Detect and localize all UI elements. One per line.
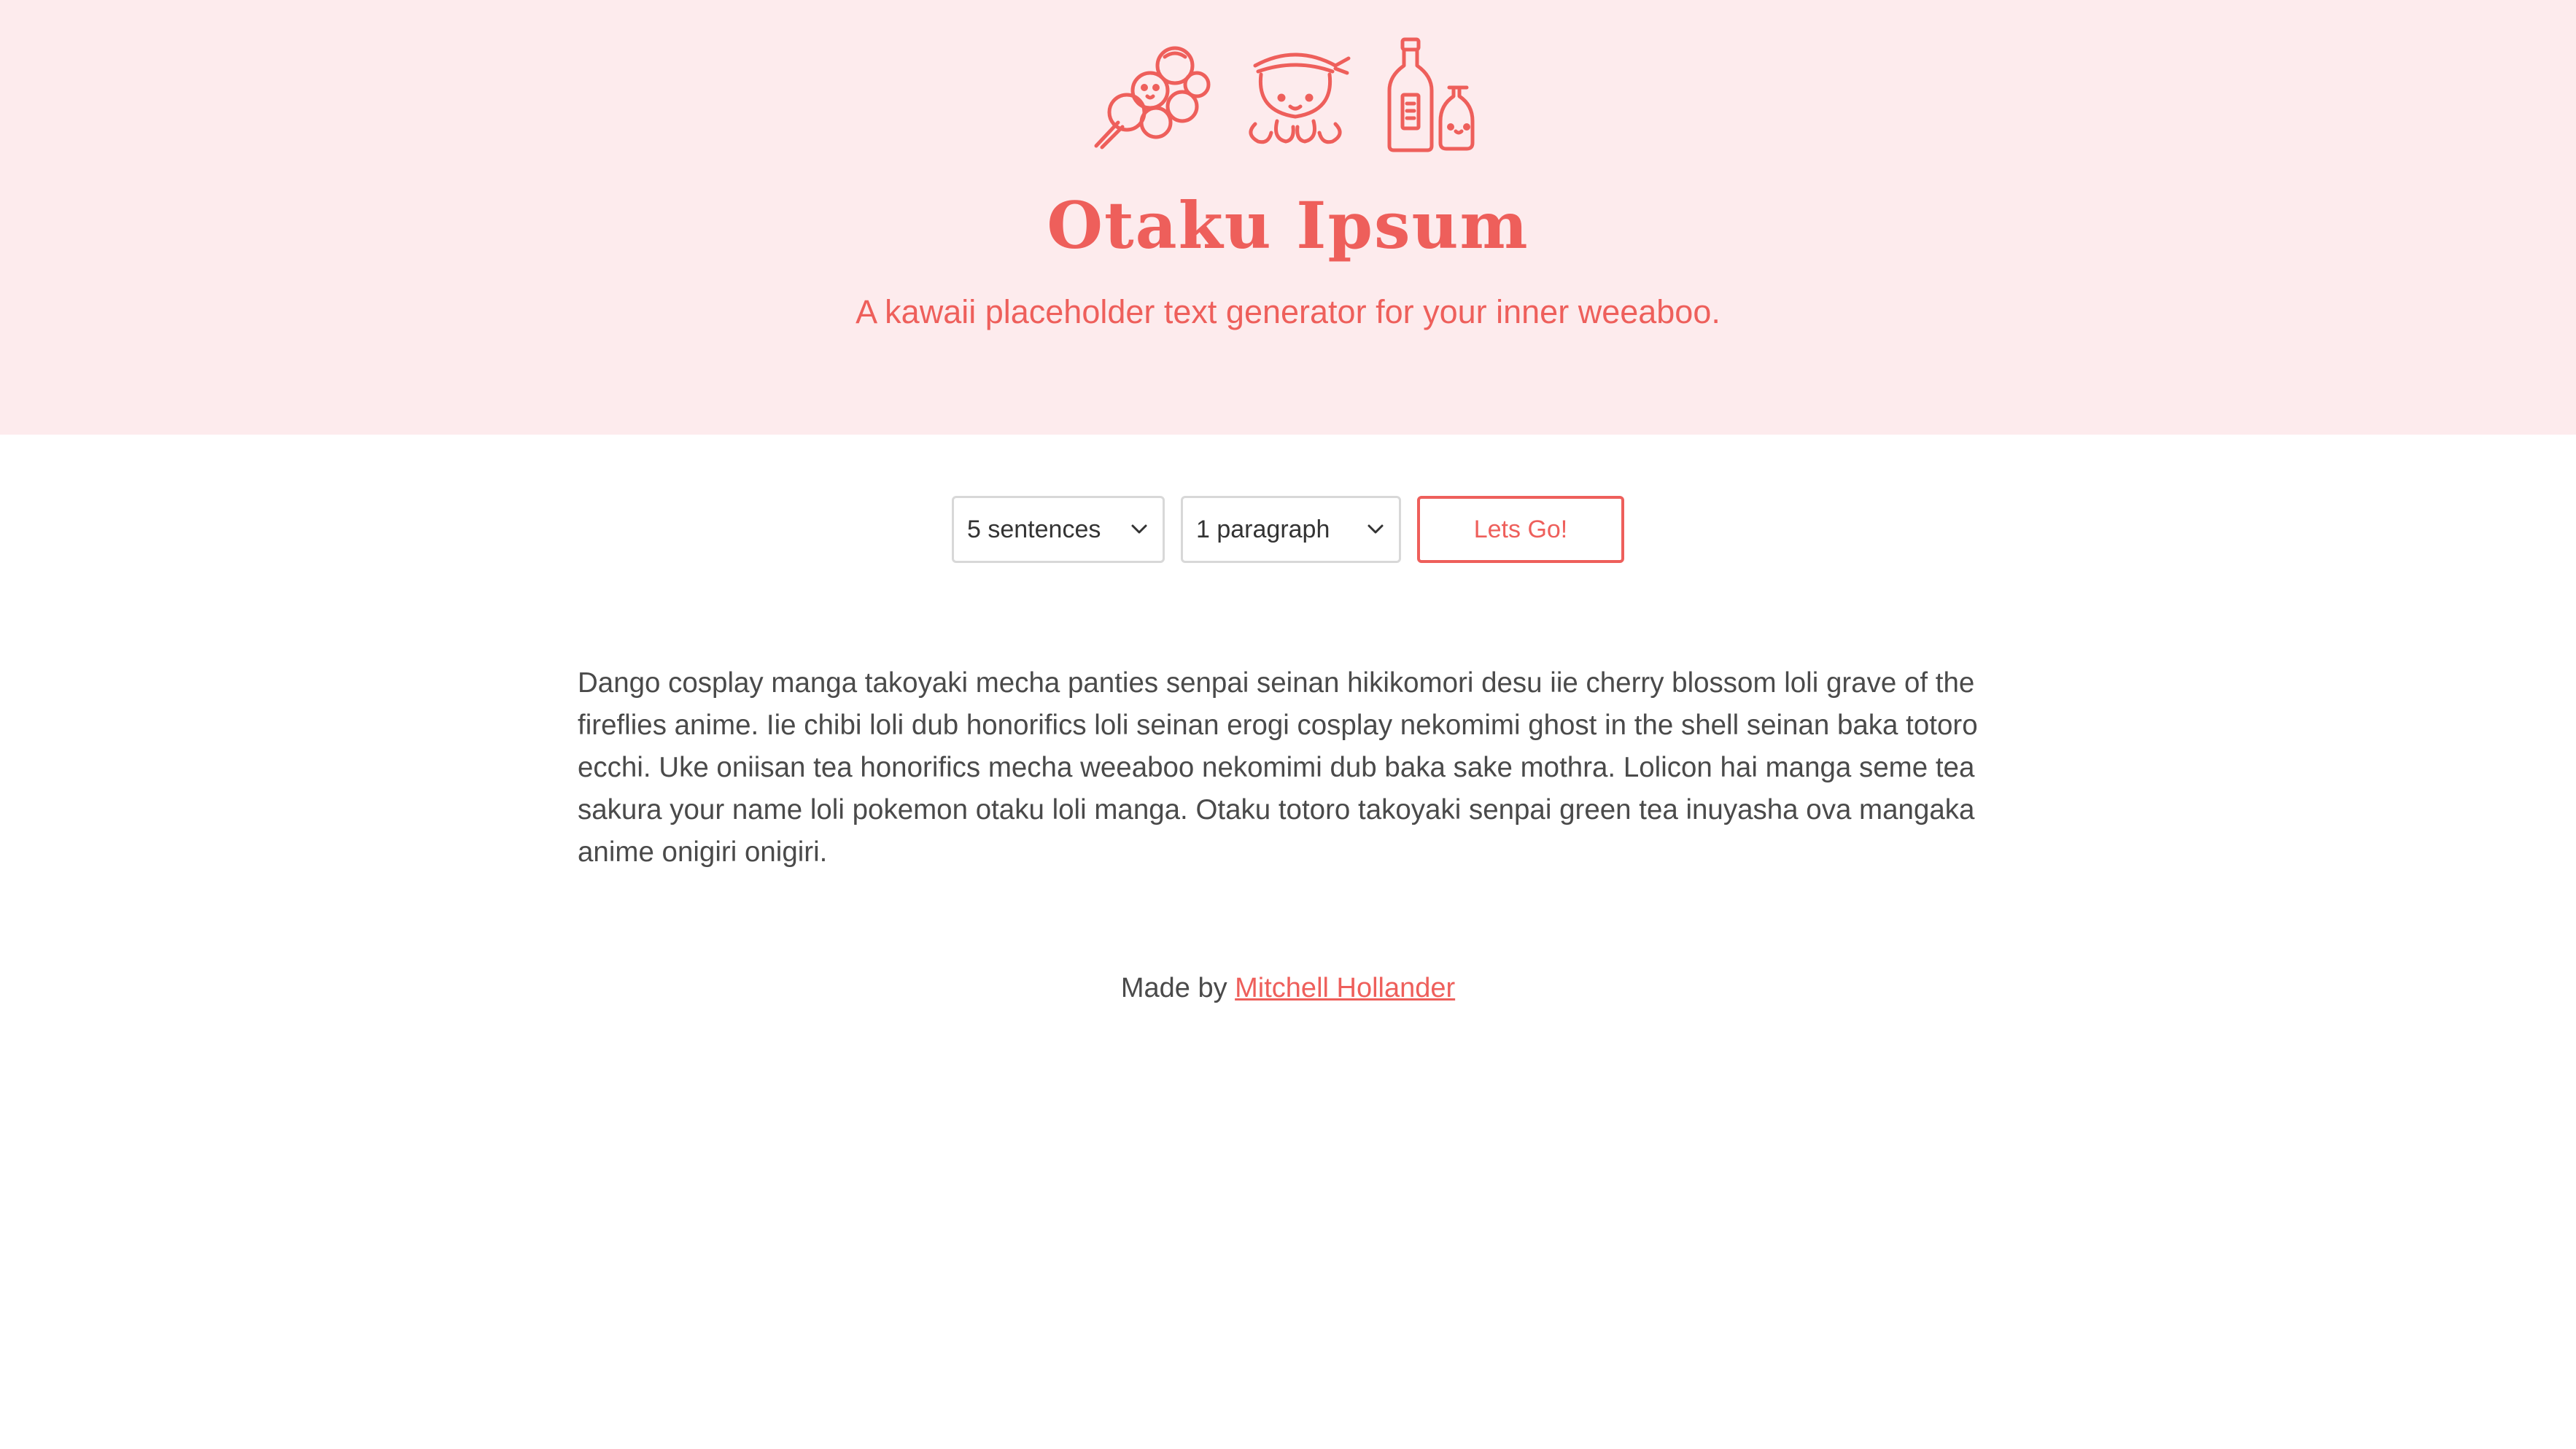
lets-go-button[interactable]: Lets Go! [1417,496,1624,563]
paragraphs-select[interactable]: 1 paragraph [1181,496,1401,563]
footer: Made by Mitchell Hollander [0,970,2576,1006]
sentences-select[interactable]: 5 sentences [952,496,1165,563]
sake-bottle-icon [1378,36,1487,153]
takoyaki-octopus-icon [1233,36,1357,153]
header-icons [0,36,2576,153]
author-link[interactable]: Mitchell Hollander [1235,973,1455,1003]
generated-ipsum-text: Dango cosplay manga takoyaki mecha panti… [578,667,1978,868]
page-title: Otaku Ipsum [1047,187,1529,263]
page-subtitle: A kawaii placeholder text generator for … [856,293,1720,330]
chevron-down-icon [1367,524,1384,535]
chevron-down-icon [1130,524,1148,535]
sentences-select-value: 5 sentences [967,515,1101,543]
paragraphs-select-value: 1 paragraph [1196,515,1330,543]
generator-controls: 5 sentences 1 paragraph Lets Go! [0,496,2576,563]
footer-prefix: Made by [1120,973,1227,1003]
hero-banner: Otaku Ipsum A kawaii placeholder text ge… [0,0,2576,435]
dango-icon [1089,36,1213,153]
